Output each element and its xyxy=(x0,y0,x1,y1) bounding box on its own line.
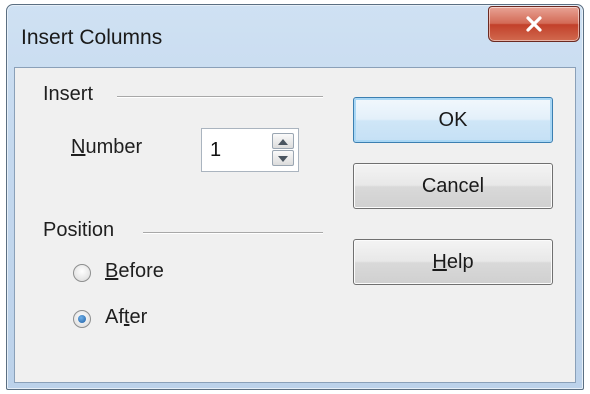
close-icon xyxy=(524,15,544,33)
number-label: Number xyxy=(71,136,142,159)
radio-after-text-start: Af xyxy=(105,306,124,328)
close-button[interactable] xyxy=(488,6,580,42)
radio-after-text-end: er xyxy=(129,306,148,328)
radio-before-text: efore xyxy=(118,260,164,282)
title-bar[interactable]: Insert Columns xyxy=(7,5,583,67)
arrow-up-icon xyxy=(278,132,288,150)
insert-group-title: Insert xyxy=(43,83,94,105)
number-spinbox[interactable]: 1 xyxy=(201,128,299,172)
dialog-title: Insert Columns xyxy=(21,26,163,49)
radio-after-label[interactable]: After xyxy=(105,306,147,329)
spin-buttons xyxy=(272,133,294,167)
help-text: elp xyxy=(446,250,474,273)
ok-button[interactable]: OK xyxy=(353,97,553,143)
insert-group-divider xyxy=(117,96,323,98)
help-mnemonic: H xyxy=(432,250,447,273)
radio-after[interactable] xyxy=(73,310,91,328)
cancel-button[interactable]: Cancel xyxy=(353,163,553,209)
spin-down-button[interactable] xyxy=(272,150,294,166)
spin-up-button[interactable] xyxy=(272,133,294,149)
radio-before-label[interactable]: Before xyxy=(105,260,164,283)
position-group-divider xyxy=(143,232,323,234)
number-label-mnemonic: N xyxy=(71,136,86,158)
number-label-text: umber xyxy=(85,136,143,158)
arrow-down-icon xyxy=(278,149,288,167)
number-input[interactable]: 1 xyxy=(210,139,221,162)
help-button[interactable]: Help xyxy=(353,239,553,285)
insert-columns-dialog: Insert Columns Insert Number 1 Position … xyxy=(6,4,584,390)
position-group-title: Position xyxy=(43,219,115,241)
radio-before-mnemonic: B xyxy=(105,260,119,282)
radio-selected-dot xyxy=(78,315,86,323)
radio-before[interactable] xyxy=(73,264,91,282)
dialog-body: Insert Number 1 Position Before After OK… xyxy=(14,67,576,383)
